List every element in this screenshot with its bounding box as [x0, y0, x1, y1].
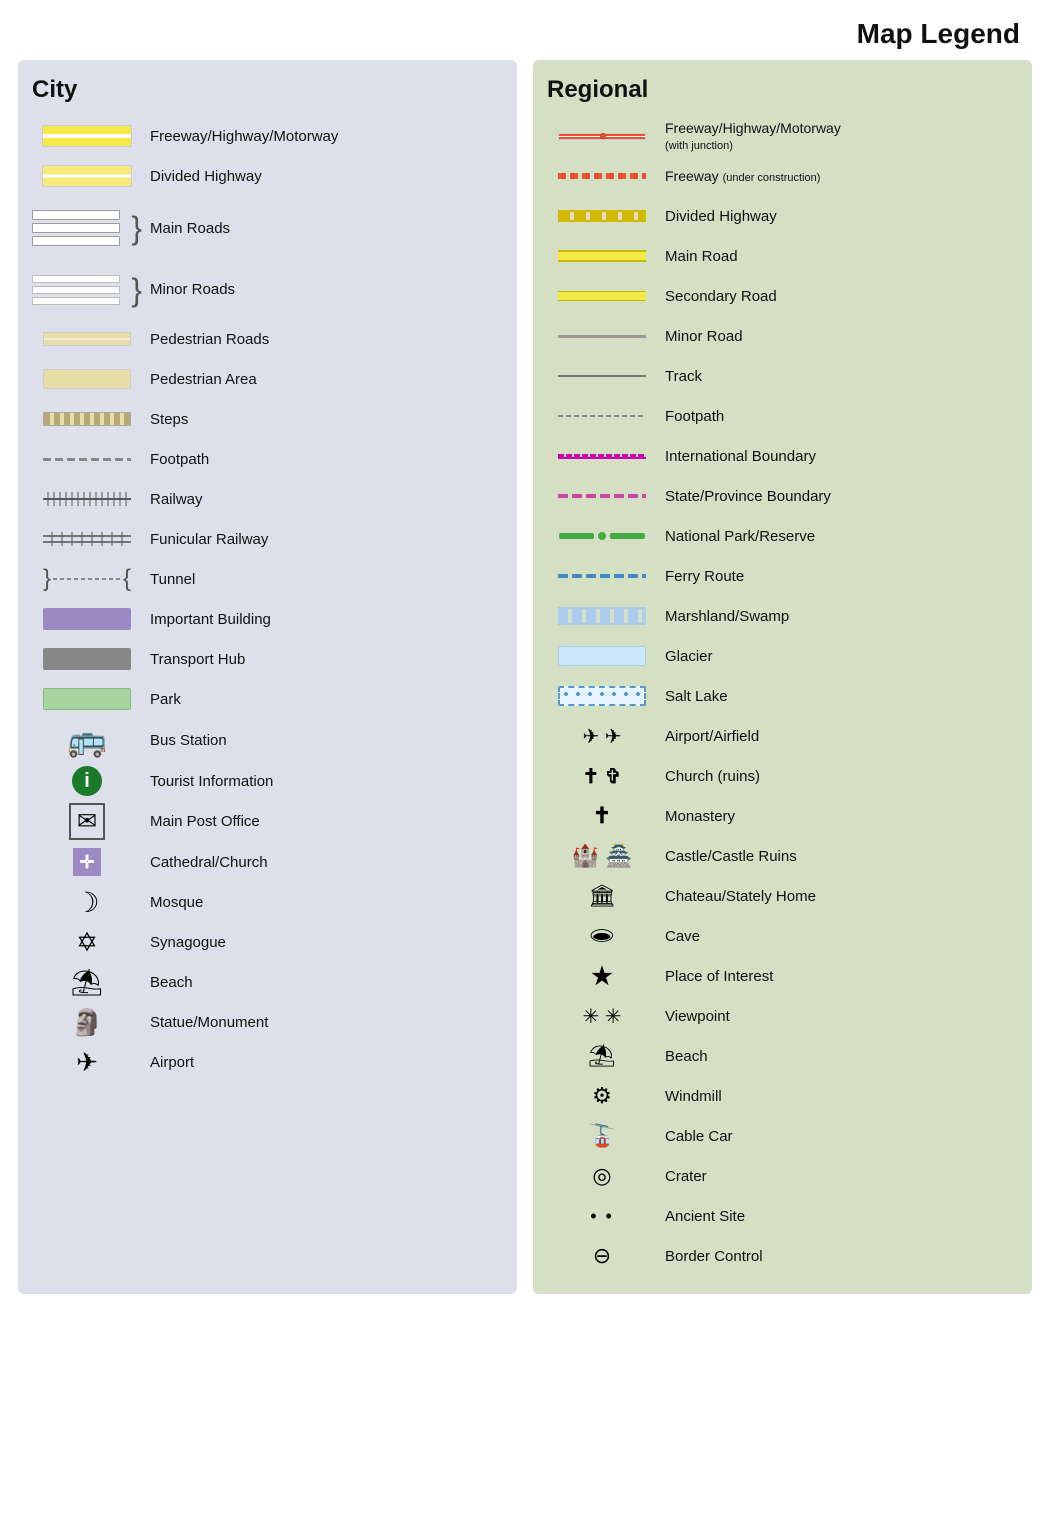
list-item: State/Province Boundary [547, 478, 1018, 514]
list-item: ✝ Monastery [547, 798, 1018, 834]
ancient-site-icon: • • [590, 1206, 614, 1227]
list-item: Important Building [32, 601, 503, 637]
list-item: Railway [32, 481, 503, 517]
monastery-icon: ✝ [593, 803, 611, 829]
list-item: ✛ Cathedral/Church [32, 844, 503, 880]
list-item: Main Road [547, 238, 1018, 274]
list-item: } Main Roads [32, 198, 503, 258]
city-heading: City [32, 76, 503, 104]
list-item: Glacier [547, 638, 1018, 674]
list-item: Divided Highway [32, 158, 503, 194]
list-item: ☽ Mosque [32, 884, 503, 920]
list-item: ⛱ Beach [32, 964, 503, 1000]
list-item: Salt Lake [547, 678, 1018, 714]
beach-icon: ⛱ [70, 967, 103, 998]
list-item: 🚡 Cable Car [547, 1118, 1018, 1154]
monument-icon: 🗿 [71, 1007, 103, 1038]
list-item: Steps [32, 401, 503, 437]
list-item: National Park/Reserve [547, 518, 1018, 554]
list-item: Funicular Railway [32, 521, 503, 557]
list-item: Marshland/Swamp [547, 598, 1018, 634]
beach-reg-icon: ⛱ [588, 1043, 616, 1069]
viewpoint-icon: ✳ ✳ [582, 1004, 621, 1029]
list-item: } Minor Roads [32, 262, 503, 317]
border-control-icon: ⊖ [593, 1243, 611, 1269]
page-title: Map Legend [0, 0, 1050, 60]
list-item: 🚌 Bus Station [32, 721, 503, 759]
list-item: Footpath [32, 441, 503, 477]
crater-icon: ◎ [592, 1163, 611, 1189]
mosque-icon: ☽ [74, 886, 99, 919]
bus-icon: 🚌 [67, 721, 107, 759]
list-item: Freeway (under construction) [547, 158, 1018, 194]
info-icon: i [72, 766, 102, 796]
list-item: Transport Hub [32, 641, 503, 677]
list-item: 🏛 Chateau/Stately Home [547, 878, 1018, 914]
regional-column: Regional Freeway/Highway/Motorway(with j… [533, 60, 1032, 1294]
airport-reg-icon: ✈ ✈ [582, 724, 621, 749]
list-item: { { Tunnel [32, 561, 503, 597]
list-item: Freeway/Highway/Motorway [32, 118, 503, 154]
list-item: • • Ancient Site [547, 1198, 1018, 1234]
place-of-interest-icon: ★ [591, 962, 613, 991]
list-item: Secondary Road [547, 278, 1018, 314]
list-item: Pedestrian Area [32, 361, 503, 397]
list-item: ⛱ Beach [547, 1038, 1018, 1074]
windmill-icon: ⚙ [592, 1083, 612, 1109]
list-item: ✈ Airport [32, 1044, 503, 1080]
list-item: ✡ Synagogue [32, 924, 503, 960]
list-item: Minor Road [547, 318, 1018, 354]
airport-icon: ✈ [76, 1047, 98, 1078]
cave-icon: 🕳 [588, 923, 616, 949]
church-icon: ✛ [73, 848, 101, 876]
synagogue-icon: ✡ [76, 927, 98, 958]
cablecar-icon: 🚡 [588, 1123, 615, 1149]
list-item: International Boundary [547, 438, 1018, 474]
list-item: ⚙ Windmill [547, 1078, 1018, 1114]
list-item: Pedestrian Roads [32, 321, 503, 357]
church-reg-icon: ✝ ✞ [582, 764, 621, 789]
castle-icon: 🏰 🏯 [572, 843, 633, 869]
list-item: Park [32, 681, 503, 717]
list-item: Track [547, 358, 1018, 394]
list-item: Divided Highway [547, 198, 1018, 234]
list-item: Ferry Route [547, 558, 1018, 594]
list-item: ✉ Main Post Office [32, 803, 503, 840]
list-item: ✳ ✳ Viewpoint [547, 998, 1018, 1034]
list-item: Footpath [547, 398, 1018, 434]
list-item: 🕳 Cave [547, 918, 1018, 954]
list-item: ✈ ✈ Airport/Airfield [547, 718, 1018, 754]
list-item: ★ Place of Interest [547, 958, 1018, 994]
list-item: 🏰 🏯 Castle/Castle Ruins [547, 838, 1018, 874]
list-item: 🗿 Statue/Monument [32, 1004, 503, 1040]
list-item: ✝ ✞ Church (ruins) [547, 758, 1018, 794]
chateau-icon: 🏛 [588, 883, 616, 909]
regional-heading: Regional [547, 76, 1018, 104]
list-item: Freeway/Highway/Motorway(with junction) [547, 118, 1018, 154]
list-item: ◎ Crater [547, 1158, 1018, 1194]
list-item: ⊖ Border Control [547, 1238, 1018, 1274]
list-item: i Tourist Information [32, 763, 503, 799]
city-column: City Freeway/Highway/Motorway Divided Hi… [18, 60, 517, 1294]
post-icon: ✉ [69, 803, 105, 840]
